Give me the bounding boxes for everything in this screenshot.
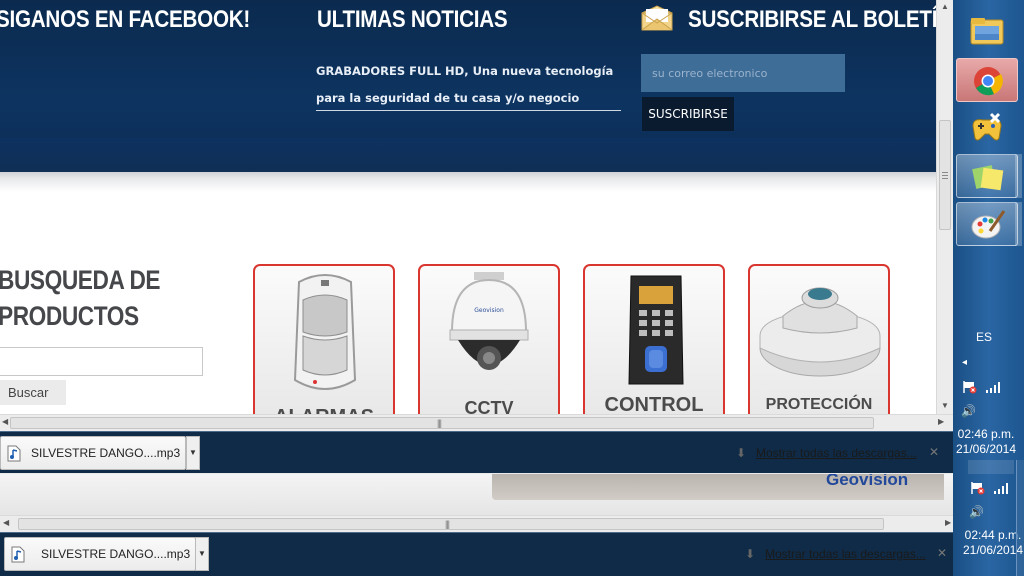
- product-card-proteccion[interactable]: PROTECCIÓN: [748, 264, 890, 414]
- volume-icon[interactable]: 🔊: [961, 404, 976, 418]
- scroll-grip-icon: |||: [437, 418, 442, 428]
- download-item-2[interactable]: SILVESTRE DANGO....mp3: [4, 537, 196, 571]
- product-card-control[interactable]: CONTROL: [583, 264, 725, 414]
- show-all-downloads-link-2[interactable]: Mostrar todas las descargas...: [765, 547, 926, 561]
- network-signal-icon[interactable]: [985, 381, 1001, 393]
- news-line-1: GRABADORES FULL HD, Una nueva tecnología: [316, 64, 614, 78]
- browser-viewport: SIGANOS EN FACEBOOK! ULTIMAS NOTICIAS SU…: [0, 0, 936, 414]
- band-shadow: [0, 172, 936, 192]
- product-card-cctv[interactable]: Geovision CCTV: [418, 264, 560, 414]
- scroll-down-arrow-icon[interactable]: ▼: [941, 401, 949, 410]
- chevron-down-icon[interactable]: ▼: [186, 436, 200, 470]
- file-explorer-icon: [970, 18, 1004, 45]
- volume-icon[interactable]: 🔊: [969, 505, 984, 519]
- band-shade: [0, 138, 936, 172]
- background-page-strip: Geovision: [0, 474, 960, 518]
- sticky-notes-icon: [972, 165, 1004, 191]
- scroll-right-arrow-icon[interactable]: ▶: [945, 518, 951, 527]
- close-icon[interactable]: ✕: [929, 445, 939, 459]
- horizontal-scrollbar-2[interactable]: ◀ ||| ▶: [0, 515, 960, 532]
- smoke-detector-icon: [759, 287, 881, 377]
- download-arrow-icon: ⬇: [745, 547, 756, 561]
- action-center-flag-icon[interactable]: [962, 380, 978, 394]
- horizontal-scrollbar[interactable]: ◀ ||| ▶: [0, 414, 953, 431]
- svg-text:Geovision: Geovision: [474, 307, 504, 314]
- tray-expand-icon[interactable]: ◂: [962, 357, 967, 368]
- dome-camera-icon: Geovision: [449, 272, 529, 370]
- close-icon[interactable]: ✕: [937, 546, 947, 560]
- tray-divider: [968, 460, 1014, 474]
- chrome-icon: [974, 67, 1003, 96]
- game-controller-icon: [972, 112, 1002, 141]
- scroll-left-arrow-icon[interactable]: ◀: [3, 518, 9, 527]
- scroll-left-arrow-icon[interactable]: ◀: [2, 417, 8, 426]
- taskbar-sticky-notes[interactable]: [956, 154, 1018, 198]
- taskbar-clock[interactable]: 02:46 p.m. 21/06/2014: [955, 427, 1017, 457]
- download-item[interactable]: SILVESTRE DANGO....mp3: [0, 436, 186, 470]
- show-desktop-button[interactable]: [1016, 460, 1024, 576]
- horizontal-scroll-thumb[interactable]: [10, 417, 874, 429]
- taskbar-group-edge: [1015, 202, 1022, 246]
- clock-time-2: 02:44 p.m.: [964, 528, 1022, 542]
- brand-text: Geovision: [826, 474, 909, 489]
- subscribe-heading: SUSCRIBIRSE AL BOLETÍN: [688, 6, 936, 33]
- search-heading-line-2: PRODUCTOS: [0, 301, 139, 331]
- taskbar-group-edge: [1015, 154, 1022, 198]
- product-search-heading: BUSQUEDA DE PRODUCTOS: [0, 262, 161, 334]
- input-language-indicator[interactable]: ES: [976, 330, 992, 344]
- taskbar-clock-2[interactable]: 02:44 p.m. 21/06/2014: [962, 528, 1024, 558]
- clock-date: 21/06/2014: [955, 442, 1017, 456]
- action-center-flag-icon[interactable]: [970, 481, 986, 495]
- scroll-up-arrow-icon[interactable]: ▲: [941, 2, 949, 11]
- search-button[interactable]: Buscar: [0, 380, 66, 405]
- scroll-right-arrow-icon[interactable]: ▶: [938, 417, 944, 426]
- newsletter-email-input[interactable]: [641, 54, 845, 92]
- motion-sensor-icon: [293, 274, 357, 390]
- envelope-icon: [641, 5, 673, 31]
- paint-icon: [971, 210, 1006, 239]
- download-arrow-icon: ⬇: [736, 446, 747, 460]
- subscribe-button[interactable]: SUSCRIBIRSE: [642, 97, 734, 131]
- product-card-alarmas[interactable]: ALARMAS: [253, 264, 395, 414]
- chevron-down-icon[interactable]: ▼: [195, 537, 209, 571]
- show-all-downloads-link[interactable]: Mostrar todas las descargas...: [756, 446, 917, 460]
- news-divider: [316, 110, 621, 111]
- download-file-name: SILVESTRE DANGO....mp3: [31, 446, 181, 460]
- scroll-grip-icon: |||: [445, 519, 450, 529]
- product-search-input[interactable]: [0, 347, 203, 376]
- access-control-keypad-icon: [628, 275, 684, 385]
- network-signal-icon[interactable]: [993, 482, 1009, 494]
- product-label-cctv: CCTV: [464, 398, 514, 414]
- taskbar-file-explorer[interactable]: [956, 8, 1018, 52]
- taskbar-chrome[interactable]: [956, 58, 1018, 102]
- facebook-heading: SIGANOS EN FACEBOOK!: [0, 6, 251, 33]
- vertical-scrollbar[interactable]: ▲ ▼: [936, 0, 953, 414]
- audio-file-icon: [7, 445, 21, 462]
- product-label-alarmas: ALARMAS: [255, 406, 393, 414]
- scroll-grip-line: [942, 172, 948, 173]
- news-line-2: para la seguridad de tu casa y/o negocio: [316, 91, 580, 105]
- scroll-grip-line: [942, 175, 948, 176]
- horizontal-scroll-thumb-2[interactable]: [18, 518, 884, 530]
- search-heading-line-1: BUSQUEDA DE: [0, 265, 161, 295]
- taskbar-paint[interactable]: [956, 202, 1018, 246]
- clock-date-2: 21/06/2014: [962, 543, 1024, 557]
- taskbar-game-controller[interactable]: [956, 106, 1018, 150]
- news-heading: ULTIMAS NOTICIAS: [317, 6, 508, 33]
- scroll-grip-line: [942, 178, 948, 179]
- news-item[interactable]: GRABADORES FULL HD, Una nueva tecnología…: [316, 58, 621, 112]
- audio-file-icon: [11, 546, 25, 563]
- download-bar-2: SILVESTRE DANGO....mp3 ▼ ⬇ Mostrar todas…: [0, 532, 962, 576]
- clock-time: 02:46 p.m.: [957, 427, 1015, 441]
- product-label-control: CONTROL: [604, 394, 704, 414]
- download-file-name-2: SILVESTRE DANGO....mp3: [41, 547, 191, 561]
- download-bar: SILVESTRE DANGO....mp3 ▼ ⬇ Mostrar todas…: [0, 431, 953, 473]
- screen: SIGANOS EN FACEBOOK! ULTIMAS NOTICIAS SU…: [0, 0, 1024, 576]
- product-label-proteccion: PROTECCIÓN: [765, 396, 873, 413]
